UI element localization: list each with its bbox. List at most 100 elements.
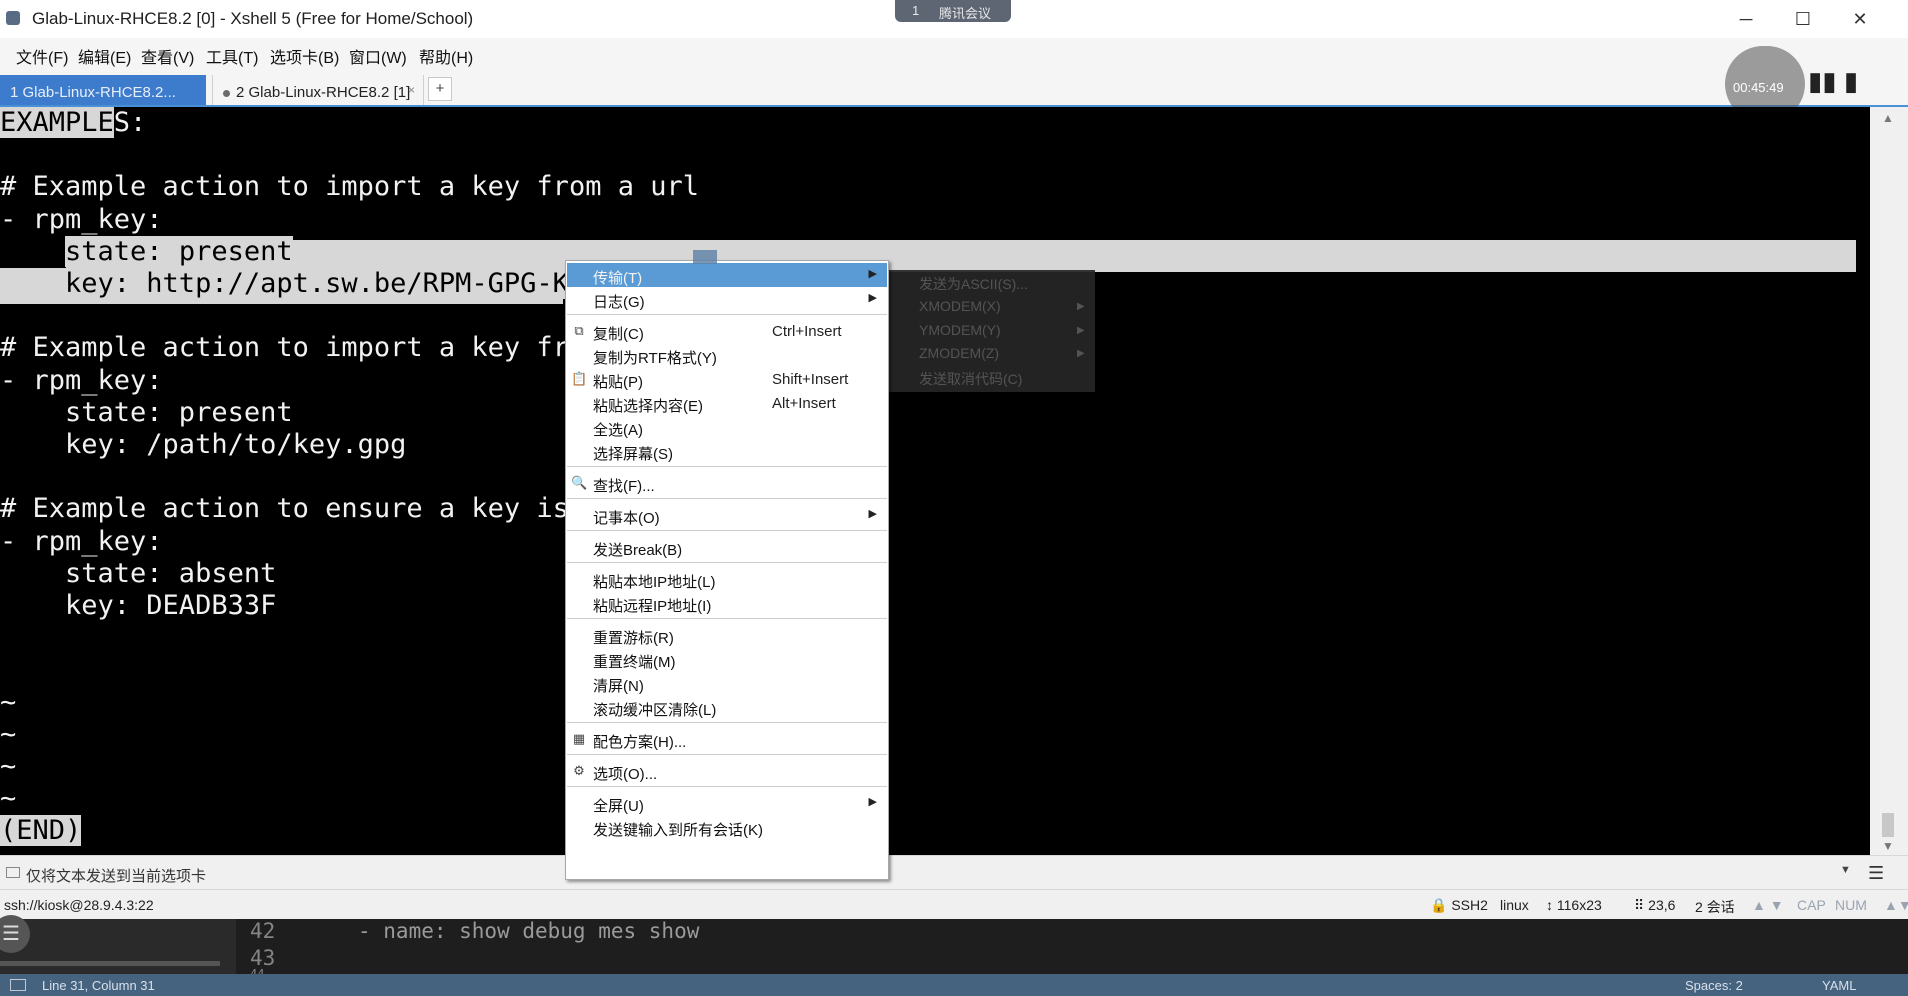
menu-separator <box>567 498 887 499</box>
context-menu-item[interactable]: 复制为RTF格式(Y) <box>567 343 887 367</box>
context-menu-item[interactable]: 重置终端(M) <box>567 647 887 671</box>
context-menu-label: 粘贴本地IP地址(L) <box>593 574 716 591</box>
pause-icon[interactable]: ▮▮ ▮ <box>1808 66 1858 97</box>
context-menu-item[interactable]: 粘贴选择内容(E) Alt+Insert <box>567 391 887 415</box>
terminal-line: ~ <box>0 783 17 814</box>
context-menu-item[interactable]: 粘贴远程IP地址(I) <box>567 591 887 615</box>
menu-separator <box>567 786 887 787</box>
title-bar: Glab-Linux-RHCE8.2 [0] - Xshell 5 (Free … <box>0 0 1908 39</box>
context-menu-label: 日志(G) <box>593 294 645 311</box>
submenu-item[interactable]: 发送为ASCII(S)... <box>919 274 1028 294</box>
context-menu-item[interactable]: ⚙ 选项(O)... <box>567 759 887 783</box>
add-tab-button[interactable]: + <box>428 77 452 101</box>
context-menu-item[interactable]: 全屏(U) ▶ <box>567 791 887 815</box>
tencent-meeting-indicator[interactable]: 1 腾讯会议 <box>895 0 1011 22</box>
context-menu-label: 选项(O)... <box>593 766 658 783</box>
terminal-line: - rpm_key: <box>0 365 163 396</box>
context-menu-label: 配色方案(H)... <box>593 734 687 751</box>
terminal-type: linux <box>1500 897 1529 913</box>
caps-lock-indicator: CAP <box>1797 897 1826 913</box>
scroll-down-icon[interactable]: ▼ <box>1882 839 1894 853</box>
terminal-line: # Example action to import a key fr <box>0 332 569 363</box>
context-menu-label: 重置终端(M) <box>593 654 676 671</box>
menu-edit[interactable]: 编辑(E) <box>78 44 131 68</box>
terminal-line: EXAMPLES: <box>0 107 147 138</box>
context-menu-label: 发送键输入到所有会话(K) <box>593 822 763 839</box>
compose-bar[interactable]: 仅将文本发送到当前选项卡 ▼ ☰ <box>0 855 1908 890</box>
terminal-line: key: /path/to/key.gpg <box>0 429 407 460</box>
submenu-item[interactable]: 发送取消代码(C) <box>919 369 1022 389</box>
minimize-button[interactable]: ─ <box>1718 0 1774 38</box>
context-menu-item[interactable]: ⧉ 复制(C) Ctrl+Insert <box>567 319 887 343</box>
context-menu-label: 复制(C) <box>593 326 644 343</box>
language-mode-indicator[interactable]: YAML <box>1822 978 1856 993</box>
context-menu-item[interactable]: 发送键输入到所有会话(K) <box>567 815 887 839</box>
scroll-arrows-icon: ▲▼ <box>1884 897 1908 913</box>
terminal-line: ~ <box>0 687 17 718</box>
session-count: 2 会话 <box>1695 899 1735 915</box>
sidebar-scrollbar[interactable] <box>0 961 220 966</box>
terminal-line: key: DEADB33F <box>0 590 277 621</box>
menu-bar: 文件(F) 编辑(E) 查看(V) 工具(T) 选项卡(B) 窗口(W) 帮助(… <box>0 38 1908 69</box>
menu-separator <box>567 618 887 619</box>
monitor-icon <box>10 979 26 991</box>
menu-separator <box>567 722 887 723</box>
scroll-up-icon[interactable]: ▲ <box>1882 111 1894 125</box>
context-menu-label: 滚动缓冲区清除(L) <box>593 702 717 719</box>
compose-target-label: 仅将文本发送到当前选项卡 <box>26 868 207 885</box>
terminal-scrollbar[interactable]: ▲ ▼ <box>1870 107 1908 855</box>
menu-separator <box>567 754 887 755</box>
terminal-line: - rpm_key: <box>0 526 163 557</box>
submenu-item[interactable]: YMODEM(Y) <box>919 322 1001 338</box>
protocol-status: 🔒 SSH2 <box>1430 897 1488 913</box>
context-menu-item[interactable]: ▦ 配色方案(H)... <box>567 727 887 751</box>
chevron-down-icon[interactable]: ▼ <box>1840 864 1851 876</box>
terminal-line: # Example action to ensure a key is <box>0 493 569 524</box>
session-status-icon <box>223 89 230 97</box>
shortcut-label: Alt+Insert <box>772 395 836 412</box>
tab-session-1[interactable]: 1 Glab-Linux-RHCE8.2... <box>0 75 206 105</box>
menu-tab[interactable]: 选项卡(B) <box>270 44 339 68</box>
protocol-label: SSH2 <box>1451 897 1488 913</box>
context-menu-label: 发送Break(B) <box>593 542 683 559</box>
line-column-indicator[interactable]: Line 31, Column 31 <box>42 978 155 993</box>
context-menu-label: 选择屏幕(S) <box>593 446 673 463</box>
menu-window[interactable]: 窗口(W) <box>349 44 407 68</box>
context-menu-item[interactable]: 滚动缓冲区清除(L) <box>567 695 887 719</box>
context-menu-item[interactable]: 全选(A) <box>567 415 887 439</box>
scrollbar-thumb[interactable] <box>1882 813 1894 837</box>
tab-label: 2 Glab-Linux-RHCE8.2 [1] <box>236 84 411 101</box>
maximize-button[interactable]: ☐ <box>1775 0 1831 38</box>
context-menu-item[interactable]: 发送Break(B) <box>567 535 887 559</box>
submenu-arrow-icon: ▶ <box>868 796 877 808</box>
context-menu-item[interactable]: 选择屏幕(S) <box>567 439 887 463</box>
context-menu-item[interactable]: 重置游标(R) <box>567 623 887 647</box>
menu-tools[interactable]: 工具(T) <box>206 44 258 68</box>
terminal-screen[interactable]: db EXAMPLES:# Example action to import a… <box>0 107 1870 855</box>
context-menu-item[interactable]: 粘贴本地IP地址(L) <box>567 567 887 591</box>
context-menu-item[interactable]: 传输(T) ▶ <box>567 263 887 287</box>
menu-help[interactable]: 帮助(H) <box>419 44 473 68</box>
copy-icon: ⧉ <box>574 323 584 338</box>
context-menu-item[interactable]: 清屏(N) <box>567 671 887 695</box>
menu-view[interactable]: 查看(V) <box>141 44 194 68</box>
terminal-line: state: absent <box>0 558 277 589</box>
code-line: - name: show debug mes show <box>358 919 700 943</box>
context-menu-label: 粘贴选择内容(E) <box>593 398 703 415</box>
terminal-line: key: http://apt.sw.be/RPM-GPG-K <box>0 268 569 299</box>
menu-file[interactable]: 文件(F) <box>16 44 68 68</box>
line-number: 42 <box>250 919 276 943</box>
context-menu-item[interactable]: 日志(G) ▶ <box>567 287 887 311</box>
indentation-indicator[interactable]: Spaces: 2 <box>1685 978 1743 993</box>
player-time: 00:45:49 <box>1733 80 1784 95</box>
context-menu-item[interactable]: 记事本(O) ▶ <box>567 503 887 527</box>
context-menu-item[interactable]: 🔍 查找(F)... <box>567 471 887 495</box>
submenu-item[interactable]: XMODEM(X) <box>919 298 1001 314</box>
close-button[interactable]: ✕ <box>1832 0 1888 38</box>
menu-icon[interactable]: ☰ <box>1868 863 1884 884</box>
submenu-item[interactable]: ZMODEM(Z) <box>919 345 999 361</box>
context-menu-item[interactable]: 📋 粘贴(P) Shift+Insert <box>567 367 887 391</box>
meeting-label: 腾讯会议 <box>939 6 992 21</box>
tab-session-2[interactable]: 2 Glab-Linux-RHCE8.2 [1] × <box>212 75 424 105</box>
tab-close-icon[interactable]: × <box>408 83 415 97</box>
